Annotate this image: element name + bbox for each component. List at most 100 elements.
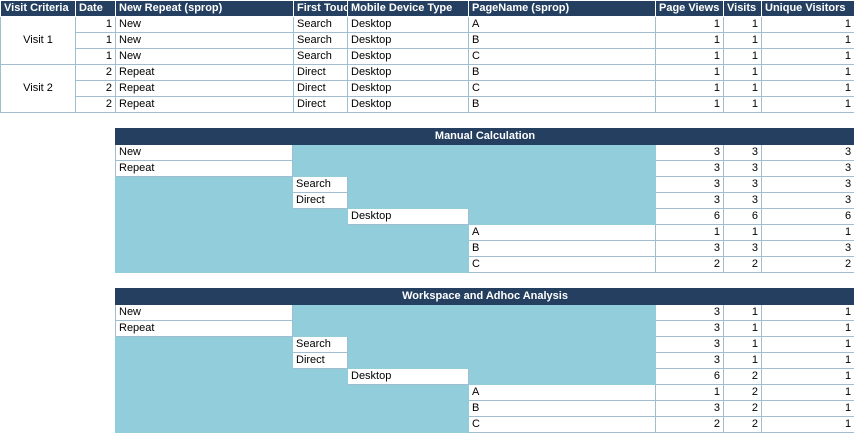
date-cell[interactable]: 1 [75,48,116,65]
visits-cell[interactable]: 1 [723,304,762,321]
visits-cell[interactable]: 3 [723,144,762,161]
visits-cell[interactable]: 2 [723,256,762,273]
empty-cell[interactable] [292,160,348,177]
dimension-label-cell[interactable]: Desktop [347,368,469,385]
empty-cell[interactable] [347,400,469,417]
visits-cell[interactable]: 1 [723,48,762,65]
empty-cell[interactable] [347,160,469,177]
visits-cell[interactable]: 2 [723,368,762,385]
empty-cell[interactable] [468,176,656,193]
unique-visitors-cell[interactable]: 1 [760,336,854,353]
empty-cell[interactable] [468,320,656,337]
col-header-visits[interactable]: Visits [723,0,762,17]
empty-cell[interactable] [292,400,348,417]
pagename-cell[interactable]: C [468,48,656,65]
page-views-cell[interactable]: 1 [655,64,724,81]
new-repeat-cell[interactable]: Repeat [115,96,294,113]
device-type-cell[interactable]: Desktop [347,64,469,81]
empty-cell[interactable] [347,384,469,401]
unique-visitors-cell[interactable]: 1 [761,96,854,113]
col-header-pagename[interactable]: PageName (sprop) [468,0,656,17]
empty-cell[interactable] [115,240,293,257]
empty-cell[interactable] [115,384,293,401]
empty-cell[interactable] [468,208,656,225]
page-views-cell[interactable]: 3 [655,160,724,177]
page-views-cell[interactable]: 1 [655,80,724,97]
first-touch-cell[interactable]: Search [293,32,348,49]
empty-cell[interactable] [347,304,469,321]
new-repeat-cell[interactable]: New [115,16,294,33]
empty-cell[interactable] [292,368,348,385]
page-views-cell[interactable]: 1 [655,16,724,33]
date-cell[interactable]: 2 [75,80,116,97]
empty-cell[interactable] [292,256,348,273]
dimension-label-cell[interactable]: B [468,400,656,417]
unique-visitors-cell[interactable]: 3 [760,176,854,193]
unique-visitors-cell[interactable]: 1 [760,416,854,433]
page-views-cell[interactable]: 1 [655,96,724,113]
dimension-label-cell[interactable]: Direct [292,352,348,369]
empty-cell[interactable] [115,368,293,385]
empty-cell[interactable] [292,224,348,241]
dimension-label-cell[interactable]: Direct [292,192,348,209]
unique-visitors-cell[interactable]: 1 [761,80,854,97]
unique-visitors-cell[interactable]: 1 [760,368,854,385]
pagename-cell[interactable]: B [468,32,656,49]
empty-cell[interactable] [292,320,348,337]
first-touch-cell[interactable]: Direct [293,80,348,97]
empty-cell[interactable] [468,336,656,353]
page-views-cell[interactable]: 3 [655,240,724,257]
empty-cell[interactable] [468,352,656,369]
visits-cell[interactable]: 1 [723,80,762,97]
empty-cell[interactable] [347,352,469,369]
empty-cell[interactable] [347,144,469,161]
col-header-unique-visitors[interactable]: Unique Visitors [761,0,854,17]
device-type-cell[interactable]: Desktop [347,16,469,33]
empty-cell[interactable] [115,224,293,241]
col-header-date[interactable]: Date [75,0,116,17]
dimension-label-cell[interactable]: C [468,416,656,433]
page-views-cell[interactable]: 1 [655,384,724,401]
page-views-cell[interactable]: 2 [655,256,724,273]
visits-cell[interactable]: 3 [723,176,762,193]
visits-cell[interactable]: 1 [723,224,762,241]
visits-cell[interactable]: 2 [723,416,762,433]
device-type-cell[interactable]: Desktop [347,48,469,65]
unique-visitors-cell[interactable]: 1 [761,32,854,49]
page-views-cell[interactable]: 3 [655,336,724,353]
empty-cell[interactable] [292,304,348,321]
unique-visitors-cell[interactable]: 2 [760,256,854,273]
dimension-label-cell[interactable]: B [468,240,656,257]
visits-cell[interactable]: 1 [723,96,762,113]
page-views-cell[interactable]: 1 [655,48,724,65]
device-type-cell[interactable]: Desktop [347,96,469,113]
visits-cell[interactable]: 6 [723,208,762,225]
empty-cell[interactable] [115,176,293,193]
pagename-cell[interactable]: C [468,80,656,97]
empty-cell[interactable] [292,416,348,433]
page-views-cell[interactable]: 3 [655,144,724,161]
date-cell[interactable]: 1 [75,16,116,33]
visits-cell[interactable]: 3 [723,160,762,177]
col-header-first-touch[interactable]: First Touc [293,0,348,17]
unique-visitors-cell[interactable]: 1 [760,304,854,321]
empty-cell[interactable] [115,352,293,369]
empty-cell[interactable] [115,336,293,353]
unique-visitors-cell[interactable]: 3 [760,192,854,209]
unique-visitors-cell[interactable]: 6 [760,208,854,225]
empty-cell[interactable] [292,240,348,257]
date-cell[interactable]: 1 [75,32,116,49]
date-cell[interactable]: 2 [75,96,116,113]
unique-visitors-cell[interactable]: 3 [760,160,854,177]
pagename-cell[interactable]: B [468,64,656,81]
new-repeat-cell[interactable]: New [115,48,294,65]
visit-criteria-cell[interactable]: Visit 1 [0,16,76,65]
page-views-cell[interactable]: 1 [655,224,724,241]
visits-cell[interactable]: 1 [723,32,762,49]
dimension-label-cell[interactable]: New [115,144,293,161]
empty-cell[interactable] [115,192,293,209]
unique-visitors-cell[interactable]: 1 [760,384,854,401]
unique-visitors-cell[interactable]: 1 [760,224,854,241]
unique-visitors-cell[interactable]: 1 [760,320,854,337]
dimension-label-cell[interactable]: C [468,256,656,273]
